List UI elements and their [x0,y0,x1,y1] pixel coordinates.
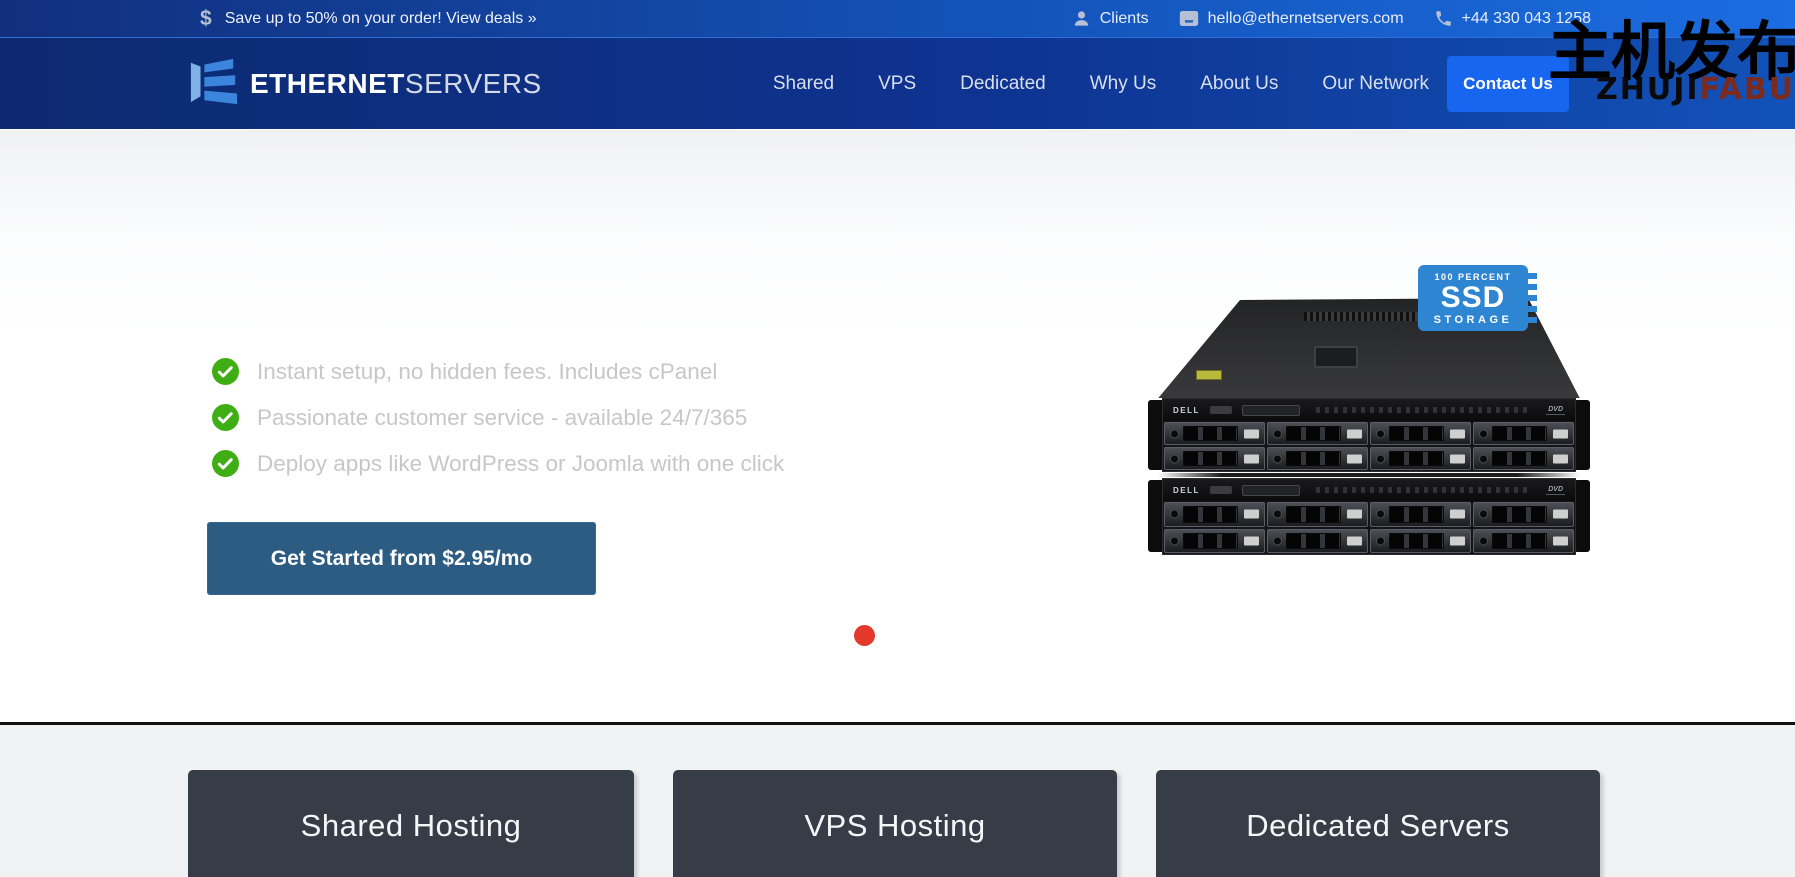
nav-our-network[interactable]: Our Network [1322,73,1429,95]
card-vps-hosting[interactable]: VPS Hosting [673,770,1117,877]
feature-text: Instant setup, no hidden fees. Includes … [257,359,717,385]
drive-bay-grid [1163,421,1575,471]
feature-text: Deploy apps like WordPress or Joomla wit… [257,451,784,477]
promo-link[interactable]: $ Save up to 50% on your order! View dea… [200,8,537,29]
carousel-dot[interactable] [854,625,875,646]
drive-bay [1164,422,1265,445]
server-unit: DELL DVD [1148,398,1590,472]
nav-vps[interactable]: VPS [878,73,916,95]
hero-section: Instant setup, no hidden fees. Includes … [0,130,1795,722]
check-icon [212,450,239,477]
drive-bay [1370,502,1471,527]
feature-item: Instant setup, no hidden fees. Includes … [212,358,717,385]
ssd-storage-badge: 100 PERCENT SSD STORAGE [1418,265,1528,331]
contact-us-button[interactable]: Contact Us [1447,56,1569,112]
card-title: VPS Hosting [804,808,985,877]
drive-bay [1473,422,1574,445]
nav-shared[interactable]: Shared [773,73,834,95]
person-icon [1072,9,1091,28]
main-nav: Shared VPS Dedicated Why Us About Us Our… [773,73,1429,95]
dvd-label: DVD [1546,406,1565,415]
nav-why-us[interactable]: Why Us [1090,73,1157,95]
drive-bay [1473,502,1574,527]
phone-icon [1434,9,1453,28]
drive-bay [1164,447,1265,470]
email-link[interactable]: hello@ethernetservers.com [1179,10,1404,28]
drive-bay-grid [1163,501,1575,554]
card-title: Dedicated Servers [1246,808,1510,877]
phone-link[interactable]: +44 330 043 1258 [1434,9,1591,28]
server-brand-label: DELL [1173,486,1200,495]
drive-bay [1267,502,1368,527]
card-shared-hosting[interactable]: Shared Hosting [188,770,634,877]
nav-dedicated[interactable]: Dedicated [960,73,1046,95]
brand-name: ETHERNETSERVERS [250,68,542,100]
drive-bay [1473,529,1574,554]
drive-bay [1473,447,1574,470]
server-image: 100 PERCENT SSD STORAGE DELL DVD [1148,290,1590,690]
phone-text: +44 330 043 1258 [1462,10,1591,28]
topbar-contact-group: Clients hello@ethernetservers.com +44 33… [1072,9,1591,28]
server-brand-label: DELL [1173,406,1200,415]
header: ETHERNETSERVERS Shared VPS Dedicated Why… [0,37,1795,129]
card-dedicated-servers[interactable]: Dedicated Servers [1156,770,1600,877]
feature-item: Passionate customer service - available … [212,404,747,431]
check-icon [212,358,239,385]
server-unit: DELL DVD [1148,478,1590,555]
services-section: Shared Hosting VPS Hosting Dedicated Ser… [0,725,1795,877]
check-icon [212,404,239,431]
drive-bay [1267,529,1368,554]
drive-bay [1164,529,1265,554]
drive-bay [1267,422,1368,445]
clients-link[interactable]: Clients [1072,9,1149,28]
feature-text: Passionate customer service - available … [257,405,747,431]
drive-bay [1370,447,1471,470]
drive-bay [1164,502,1265,527]
envelope-icon [1179,10,1199,27]
topbar: $ Save up to 50% on your order! View dea… [0,0,1795,37]
drive-bay [1370,422,1471,445]
clients-label: Clients [1100,10,1149,28]
card-title: Shared Hosting [301,808,522,877]
brand-icon [188,54,240,113]
dollar-icon: $ [200,8,212,29]
logo[interactable]: ETHERNETSERVERS [188,54,542,113]
drive-bay [1267,447,1368,470]
promo-text: Save up to 50% on your order! View deals… [225,10,537,28]
feature-item: Deploy apps like WordPress or Joomla wit… [212,450,784,477]
dvd-label: DVD [1546,486,1565,495]
email-text: hello@ethernetservers.com [1208,10,1404,28]
ssd-badge-teeth [1528,273,1537,323]
drive-bay [1370,529,1471,554]
get-started-button[interactable]: Get Started from $2.95/mo [207,522,596,595]
nav-about-us[interactable]: About Us [1200,73,1278,95]
page: $ Save up to 50% on your order! View dea… [0,0,1795,877]
